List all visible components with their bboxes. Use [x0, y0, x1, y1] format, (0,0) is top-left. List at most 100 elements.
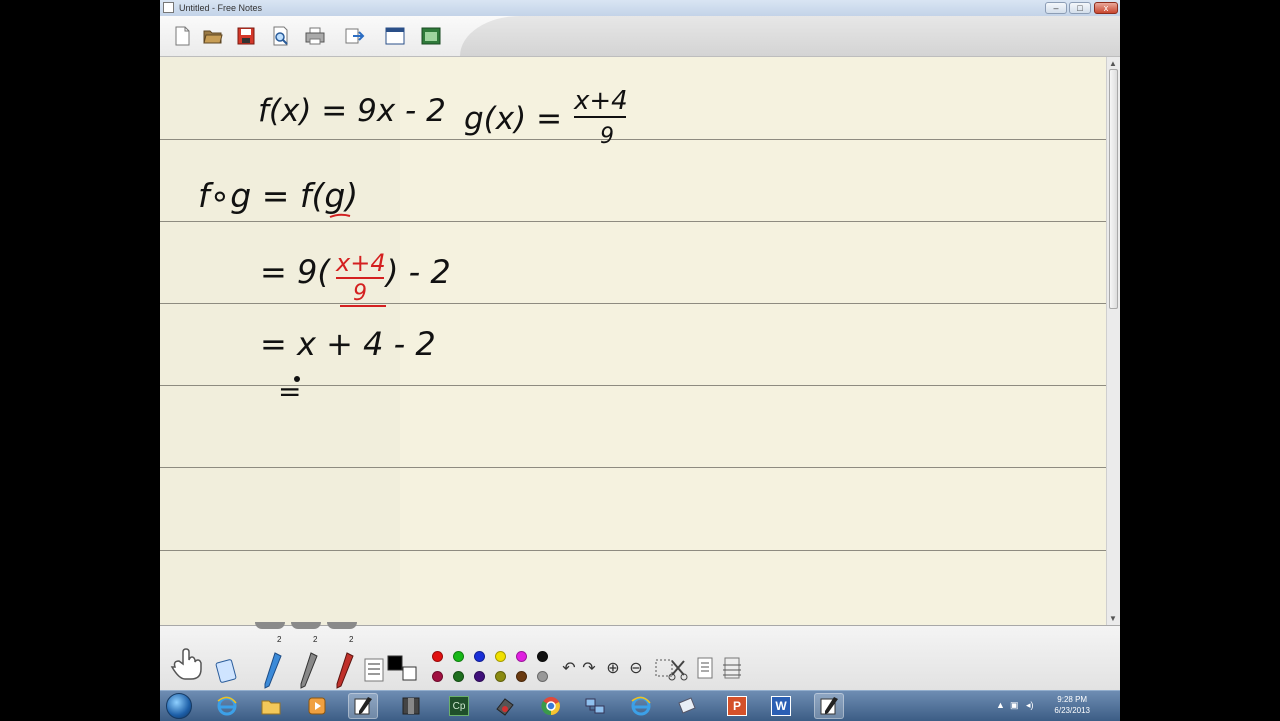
- undo-icon: ↶: [562, 660, 576, 677]
- taskbar-free-notes[interactable]: [348, 693, 378, 719]
- pen-tab[interactable]: [291, 622, 321, 629]
- step1-suffix: ) - 2: [384, 253, 451, 291]
- windows-taskbar: Cp P W ▲ ▣ ◂) 9:28 PM 6/23/2013: [160, 690, 1120, 721]
- clock-time: 9:28 PM: [1057, 695, 1088, 704]
- screen-capture-button[interactable]: [418, 23, 444, 49]
- red-pen-icon: [336, 652, 354, 689]
- color-swatch[interactable]: [495, 651, 506, 662]
- composition-line: f∘g = f(g): [198, 176, 358, 215]
- taskbar-archive[interactable]: [396, 693, 426, 719]
- window-icon: [385, 27, 405, 45]
- folder-icon: [261, 700, 281, 715]
- scroll-down-arrow-icon[interactable]: ▼: [1109, 614, 1117, 623]
- open-button[interactable]: [200, 23, 226, 49]
- blue-pen-icon: [264, 652, 282, 689]
- zoom-out-icon: ⊖: [629, 660, 643, 677]
- taskbar-word[interactable]: W: [766, 693, 796, 719]
- color-swatch[interactable]: [474, 651, 485, 662]
- title-bar: Untitled - Free Notes – □ x: [160, 0, 1120, 17]
- line-style-button[interactable]: [363, 657, 385, 683]
- taskbar-network[interactable]: [580, 693, 610, 719]
- tray-volume-icon[interactable]: ◂): [1026, 700, 1034, 711]
- color-swatch[interactable]: [516, 651, 527, 662]
- undo-button[interactable]: ↶: [560, 658, 578, 678]
- maximize-glyph: □: [1077, 3, 1083, 13]
- print-preview-button[interactable]: [267, 23, 293, 49]
- scroll-up-arrow-icon[interactable]: ▲: [1109, 59, 1117, 68]
- start-button[interactable]: [166, 693, 192, 719]
- pen-tab[interactable]: [255, 622, 285, 629]
- word-icon: W: [771, 696, 791, 716]
- minimize-glyph: –: [1053, 3, 1059, 13]
- taskbar-tool[interactable]: [490, 693, 520, 719]
- vertical-scrollbar[interactable]: ▲ ▼: [1106, 57, 1120, 625]
- export-button[interactable]: [341, 23, 367, 49]
- save-disk-icon: [237, 27, 255, 45]
- g-numerator: x+4: [573, 86, 628, 116]
- selection-tool-button[interactable]: [653, 656, 691, 682]
- internet-explorer-icon: [631, 696, 651, 716]
- pen-size-label: 2: [277, 635, 282, 644]
- note-canvas[interactable]: f(x) = 9x - 2 g(x) = x+4 9 f∘g = f(g) = …: [160, 57, 1106, 625]
- redo-button[interactable]: ↷: [580, 658, 598, 678]
- hand-tool-button[interactable]: [168, 642, 208, 682]
- screen-capture-icon: [421, 27, 441, 45]
- red-pen-button[interactable]: [332, 650, 358, 690]
- g-denominator: 9: [600, 124, 614, 149]
- color-swatch[interactable]: [432, 671, 443, 682]
- notepad-icon: [678, 697, 696, 714]
- window-button[interactable]: [382, 23, 408, 49]
- export-icon: [345, 28, 365, 44]
- taskbar-powerpoint[interactable]: P: [722, 693, 752, 719]
- minimize-button[interactable]: –: [1045, 2, 1067, 14]
- taskbar-file-explorer[interactable]: [256, 693, 286, 719]
- black-pen-button[interactable]: [296, 650, 322, 690]
- eraser-tool-button[interactable]: [213, 656, 239, 686]
- add-page-button[interactable]: [720, 656, 744, 682]
- print-button[interactable]: [302, 23, 328, 49]
- scroll-thumb[interactable]: [1109, 69, 1118, 309]
- pen-tab[interactable]: [327, 622, 357, 629]
- tray-expand-icon[interactable]: ▲: [996, 700, 1005, 710]
- blue-pen-button[interactable]: [260, 650, 286, 690]
- color-swatch[interactable]: [474, 671, 485, 682]
- media-player-icon: [308, 697, 326, 715]
- taskbar-internet-explorer-2[interactable]: [626, 693, 656, 719]
- drawing-tools-bar: 2 2 2 ↶ ↷ ⊕ ⊖: [160, 622, 1120, 690]
- tray-network-icon[interactable]: ▣: [1010, 700, 1019, 711]
- color-swatch[interactable]: [453, 671, 464, 682]
- taskbar-clock[interactable]: 9:28 PM 6/23/2013: [1054, 694, 1090, 716]
- color-swatch[interactable]: [432, 651, 443, 662]
- black-pen-icon: [300, 652, 318, 689]
- pen-cursor-dot: [294, 376, 300, 382]
- close-button[interactable]: x: [1094, 2, 1118, 14]
- maximize-button[interactable]: □: [1069, 2, 1091, 14]
- network-icon: [585, 698, 605, 714]
- zoom-out-button[interactable]: ⊖: [626, 658, 646, 678]
- color-swatch[interactable]: [495, 671, 506, 682]
- free-notes-window: Untitled - Free Notes – □ x f(x) = 9x - …: [160, 0, 1120, 690]
- app-icon: [163, 2, 174, 13]
- color-swatch[interactable]: [537, 651, 548, 662]
- handwriting-layer: f(x) = 9x - 2 g(x) = x+4 9 f∘g = f(g) = …: [198, 86, 628, 408]
- page-button[interactable]: [695, 656, 717, 682]
- color-swatch[interactable]: [516, 671, 527, 682]
- new-document-button[interactable]: [169, 23, 195, 49]
- taskbar-internet-explorer[interactable]: [212, 693, 242, 719]
- print-preview-icon: [273, 26, 288, 46]
- taskbar-media-player[interactable]: [302, 693, 332, 719]
- g-underline-mark: [329, 213, 351, 218]
- taskbar-chrome[interactable]: [536, 693, 566, 719]
- taskbar-notepad[interactable]: [672, 693, 702, 719]
- color-swatch[interactable]: [453, 651, 464, 662]
- zoom-in-button[interactable]: ⊕: [603, 658, 623, 678]
- scissors-select-icon: [655, 659, 688, 681]
- taskbar-captivate[interactable]: Cp: [444, 693, 474, 719]
- taskbar-free-notes-2[interactable]: [814, 693, 844, 719]
- redo-icon: ↷: [582, 660, 596, 677]
- main-toolbar: [160, 16, 1120, 57]
- color-swatch-icon: [387, 655, 417, 681]
- color-swatch[interactable]: [537, 671, 548, 682]
- save-button[interactable]: [233, 23, 259, 49]
- color-swatch-button[interactable]: [386, 654, 418, 684]
